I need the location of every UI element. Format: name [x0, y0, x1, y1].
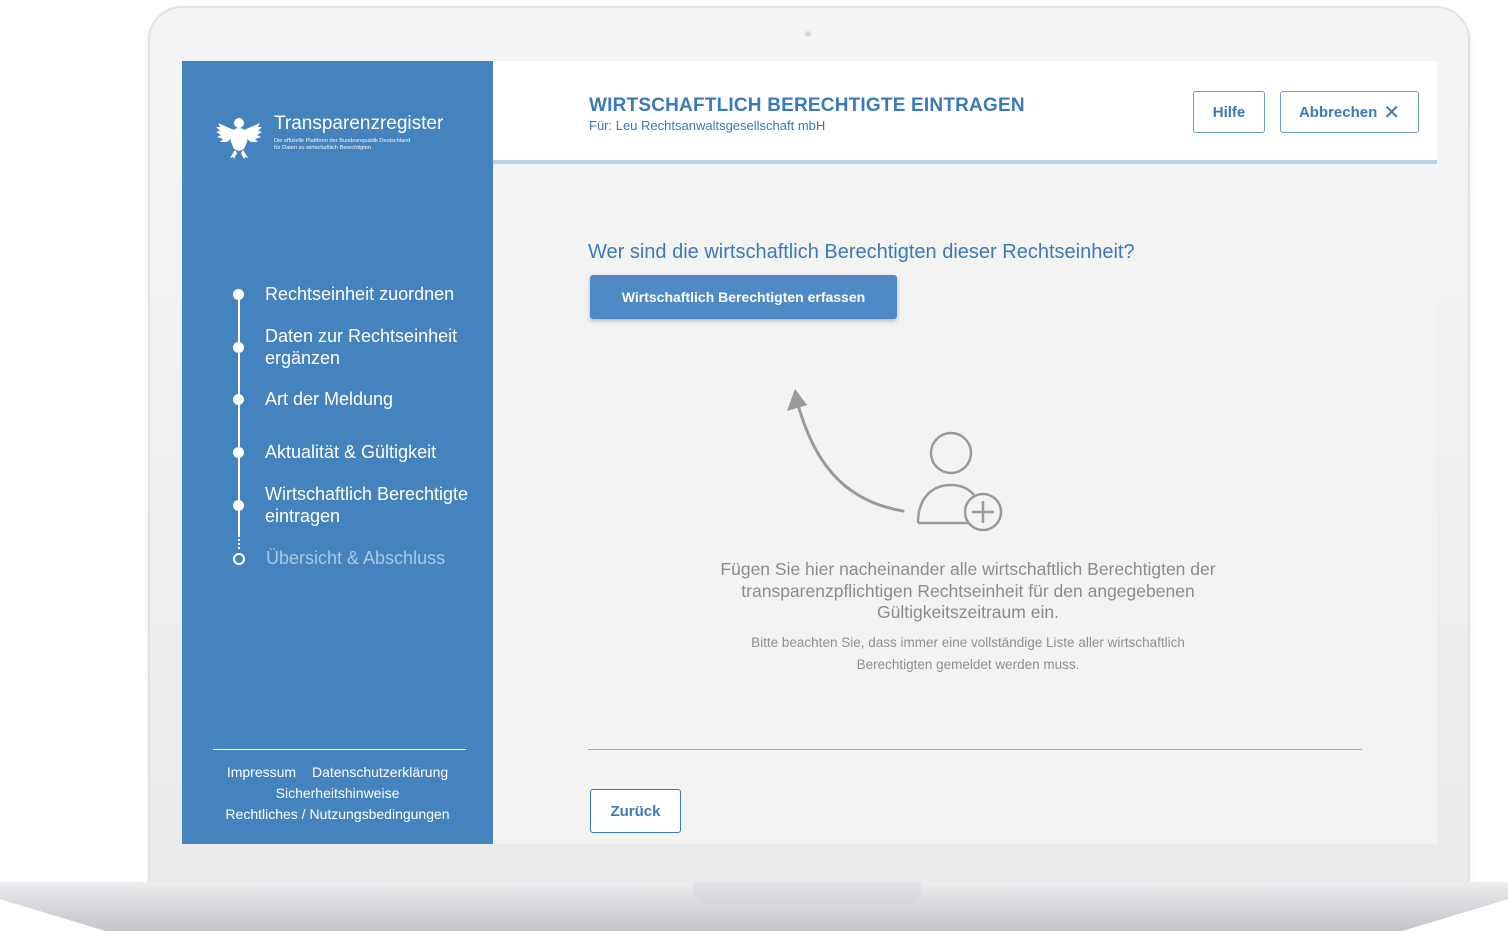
add-user-icon: [916, 431, 1003, 532]
footer-divider: [213, 749, 466, 750]
step-dot: [233, 289, 244, 300]
brand-title: Transparenzregister: [274, 113, 444, 134]
page-subtitle: Für: Leu Rechtsanwaltsgesellschaft mbH: [589, 118, 826, 133]
link-datenschutz[interactable]: Datenschutzerklärung: [312, 764, 448, 780]
laptop-notch: [693, 882, 921, 904]
arrow-head: [787, 389, 807, 411]
content-divider: [588, 749, 1362, 750]
brand-subtitle-line2: für Daten zu wirtschaftlich Berechtigten: [274, 144, 372, 151]
step-dot-open: [233, 553, 245, 565]
step-wirtschaftlich-berechtigte[interactable]: Wirtschaftlich Berechtigte eintragen: [229, 483, 495, 527]
help-button[interactable]: Hilfe: [1193, 91, 1265, 133]
federal-eagle-icon: [216, 118, 262, 159]
step-dot: [233, 342, 244, 353]
step-art-der-meldung[interactable]: Art der Meldung: [229, 388, 495, 410]
step-aktualitaet[interactable]: Aktualität & Gültigkeit: [229, 441, 495, 463]
cancel-button[interactable]: Abbrechen ✕: [1280, 91, 1419, 133]
step-rechtseinheit-zuordnen[interactable]: Rechtseinheit zuordnen: [229, 283, 495, 305]
step-label: Daten zur Rechtseinheit ergänzen: [265, 326, 458, 368]
step-label: Übersicht & Abschluss: [266, 548, 446, 568]
add-user-illustration: [787, 389, 1003, 532]
link-impressum[interactable]: Impressum: [227, 764, 296, 780]
camera-dot: [805, 31, 811, 37]
add-beneficial-owner-button[interactable]: Wirtschaftlich Berechtigten erfassen: [590, 275, 897, 319]
footer-links: Impressum Datenschutzerklärung Sicherhei…: [182, 762, 493, 825]
step-label: Aktualität & Gültigkeit: [265, 442, 437, 462]
link-rechtliches[interactable]: Rechtliches / Nutzungsbedingungen: [225, 806, 449, 822]
step-dot: [233, 500, 244, 511]
instruction-text: Fügen Sie hier nacheinander alle wirtsch…: [720, 559, 1216, 622]
step-label: Rechtseinheit zuordnen: [265, 284, 455, 304]
step-label: Art der Meldung: [265, 389, 394, 409]
back-button[interactable]: Zurück: [590, 789, 681, 833]
curved-arrow-icon: [795, 399, 905, 513]
page-header: WIRTSCHAFTLICH BERECHTIGTE EINTRAGEN Für…: [493, 61, 1437, 164]
app-screen: Transparenzregister Die offizielle Platt…: [182, 61, 1437, 844]
step-daten-ergaenzen[interactable]: Daten zur Rechtseinheit ergänzen: [229, 325, 495, 369]
close-icon: ✕: [1383, 101, 1401, 124]
step-dot: [233, 394, 244, 405]
brand[interactable]: Transparenzregister Die offizielle Platt…: [214, 111, 443, 161]
step-dot: [233, 447, 244, 458]
sidebar: Transparenzregister Die offizielle Platt…: [182, 61, 493, 844]
page-title: WIRTSCHAFTLICH BERECHTIGTE EINTRAGEN: [589, 95, 1025, 116]
note-text: Bitte beachten Sie, dass immer eine voll…: [751, 635, 1185, 672]
link-sicherheitshinweise[interactable]: Sicherheitshinweise: [276, 785, 400, 801]
question-heading: Wer sind die wirtschaftlich Berechtigten…: [588, 241, 1135, 263]
main-content: WIRTSCHAFTLICH BERECHTIGTE EINTRAGEN Für…: [493, 61, 1437, 844]
step-label: Wirtschaftlich Berechtigte eintragen: [265, 484, 469, 526]
step-uebersicht-abschluss: Übersicht & Abschluss: [229, 547, 496, 569]
cancel-button-label: Abbrechen: [1298, 103, 1378, 121]
